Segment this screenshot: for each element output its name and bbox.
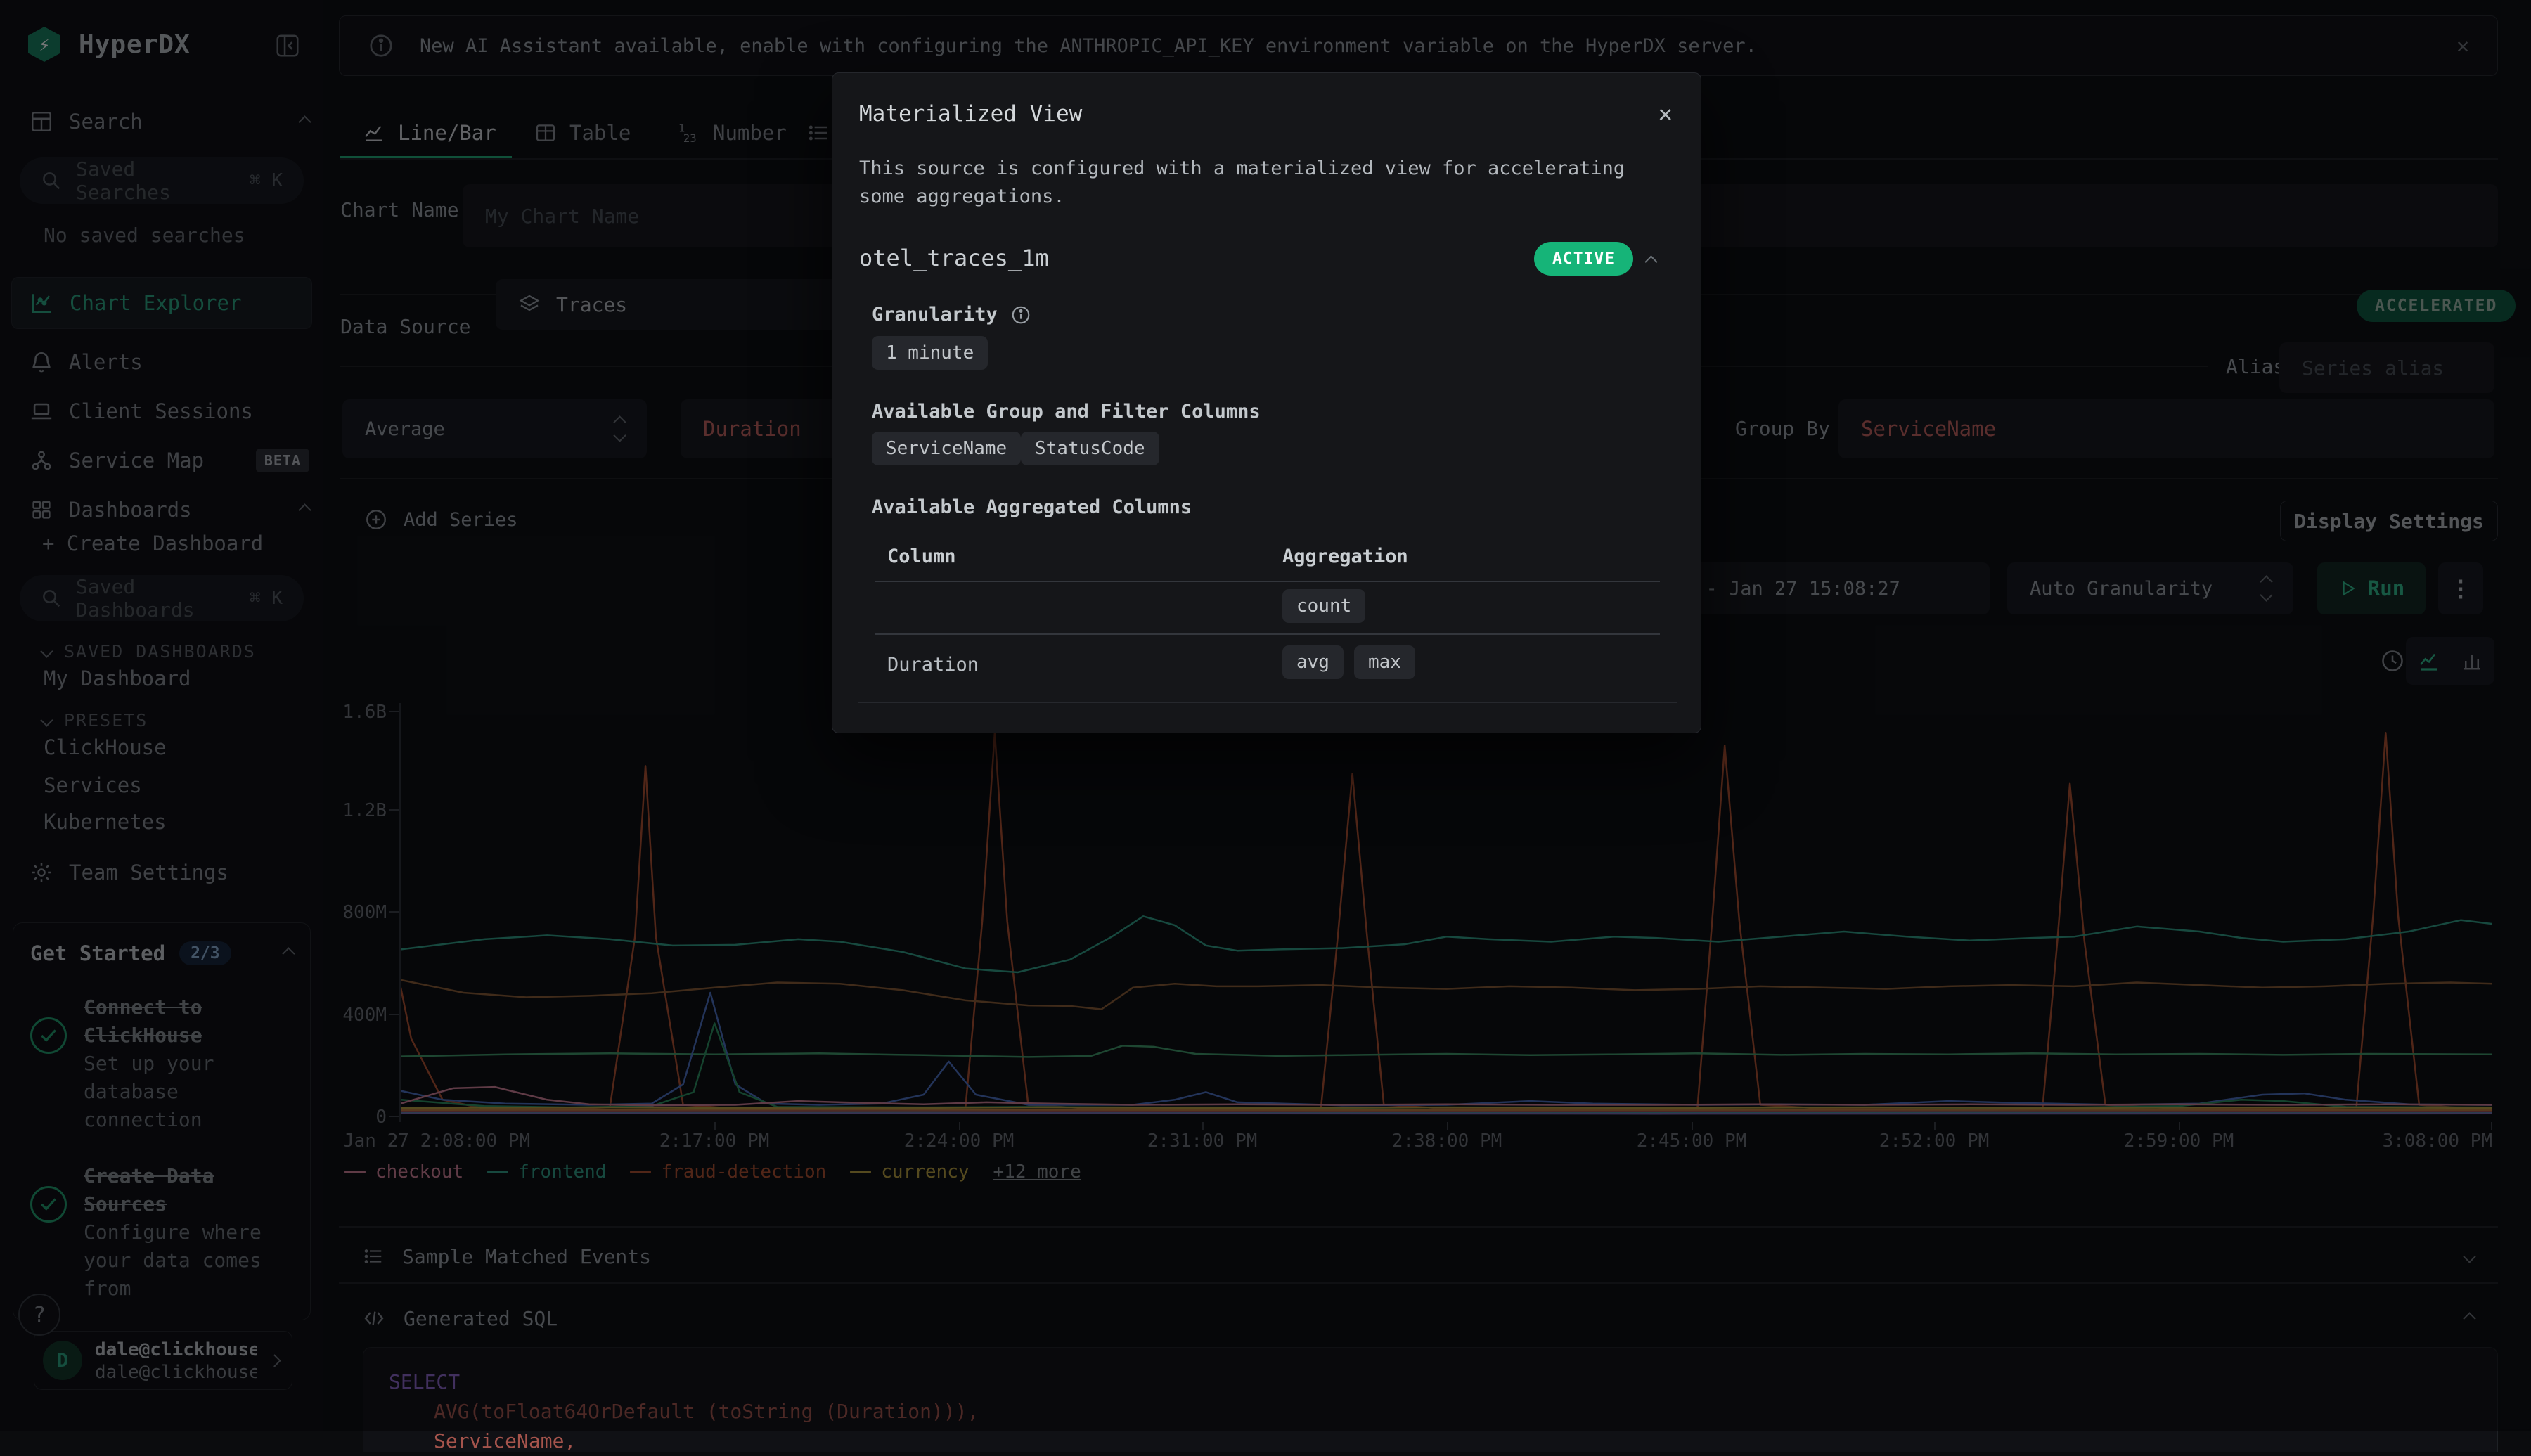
aggregation-chip: count [1282,589,1365,623]
close-icon[interactable]: ✕ [1659,100,1673,128]
view-name: otel_traces_1m [859,245,1049,271]
aggregated-label: Available Aggregated Columns [872,496,1192,518]
granularity-label: Granularity [872,304,998,326]
table-divider [875,581,1660,582]
modal-title: Materialized View [859,101,1082,127]
table-header-column: Column [887,546,956,567]
modal-description: This source is configured with a materia… [859,155,1661,211]
granularity-label-row: Granularity [872,304,1031,326]
table-divider [858,702,1677,703]
chevron-up-icon[interactable] [1644,255,1657,268]
table-cell-column: Duration [887,654,979,676]
group-filter-chip: StatusCode [1021,432,1159,465]
table-header-aggregation: Aggregation [1282,546,1408,567]
group-filter-label: Available Group and Filter Columns [872,401,1261,423]
info-icon[interactable] [1010,304,1031,326]
table-divider [875,633,1660,635]
materialized-view-modal: Materialized View ✕ This source is confi… [832,72,1701,733]
granularity-chip: 1 minute [872,336,988,370]
aggregation-chip: avg [1282,645,1344,679]
active-badge: ACTIVE [1534,242,1633,276]
aggregation-chip: max [1354,645,1415,679]
group-filter-chip: ServiceName [872,432,1021,465]
